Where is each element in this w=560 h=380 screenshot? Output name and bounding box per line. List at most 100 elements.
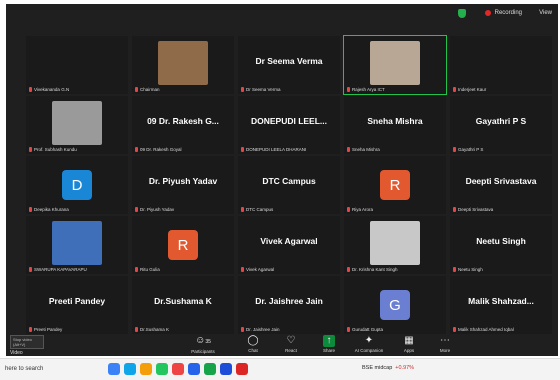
- participant-caption: Sneha Mishra: [352, 147, 380, 152]
- muted-mic-icon: [347, 147, 350, 152]
- apps-icon: ▦: [404, 335, 414, 346]
- participant-tile[interactable]: Inderjeet Kaur: [450, 36, 552, 94]
- participant-name-label: Deepti Srivastava: [453, 207, 493, 212]
- participant-name-label: SWARUPA KAPAVARAPU: [29, 267, 87, 272]
- participant-tile[interactable]: Dr. Jaishree Jain Dr. Jaishree Jain: [238, 276, 340, 334]
- participant-name-label: Dr. Jaishree Jain: [241, 327, 280, 332]
- participant-tile[interactable]: Gayathri P S Gayathri P S: [450, 96, 552, 154]
- participant-display-name: Neetu Singh: [476, 236, 526, 246]
- ai-companion-button[interactable]: ✦ AI Companion: [352, 335, 386, 353]
- participant-display-name: Malik Shahzad...: [468, 296, 534, 306]
- participant-name-label: Riya Arora: [347, 207, 373, 212]
- participant-tile[interactable]: Dr.Sushama K Dr.Sushama K: [132, 276, 234, 334]
- participant-tile[interactable]: R Riya Arora: [344, 156, 446, 214]
- muted-mic-icon: [453, 87, 456, 92]
- participant-caption: Deepti Srivastava: [458, 207, 494, 212]
- participant-tile[interactable]: Deepti Srivastava Deepti Srivastava: [450, 156, 552, 214]
- video-control[interactable]: Stop video (Alt+V) Video: [10, 335, 44, 356]
- muted-mic-icon: [241, 267, 244, 272]
- app-icon[interactable]: [188, 363, 200, 375]
- chat-label: Chat: [248, 348, 258, 353]
- participant-tile[interactable]: Dr Seema Verma Dr Seema Verma: [238, 36, 340, 94]
- app-icon[interactable]: [172, 363, 184, 375]
- participant-tile[interactable]: Rajesh Arya ICT: [343, 35, 447, 95]
- participant-name-label: Dr. Piyush Yadav: [135, 207, 174, 212]
- participant-caption: DONEPUDI LEELA DHARANI: [246, 147, 307, 152]
- participant-tile[interactable]: G Gurudatt Gupta: [344, 276, 446, 334]
- muted-mic-icon: [135, 207, 138, 212]
- participant-caption: Vivekananda G.N: [34, 87, 70, 92]
- participant-caption: Dr Seema Verma: [246, 87, 281, 92]
- taskbar-search[interactable]: here to search: [2, 363, 66, 377]
- participant-tile[interactable]: DTC Campus DTC Campus: [238, 156, 340, 214]
- participant-tile[interactable]: Chairman: [132, 36, 234, 94]
- participant-tile[interactable]: 09 Dr. Rakesh G... 09 Dr. Rakesh Goyal: [132, 96, 234, 154]
- participant-caption: 09 Dr. Rakesh Goyal: [140, 147, 182, 152]
- participant-avatar: R: [168, 230, 198, 260]
- muted-mic-icon: [135, 87, 138, 92]
- app-icon[interactable]: [124, 363, 136, 375]
- participant-tile[interactable]: Vivek Agarwal Vivek Agarwal: [238, 216, 340, 274]
- muted-mic-icon: [29, 207, 32, 212]
- participant-name-label: Ritu Gulia: [135, 267, 160, 272]
- participant-tile[interactable]: R Ritu Gulia: [132, 216, 234, 274]
- view-button[interactable]: View: [539, 10, 552, 16]
- chat-icon: ◯: [247, 335, 259, 346]
- participant-caption: Inderjeet Kaur: [458, 87, 487, 92]
- participant-tile[interactable]: Dr. Krishna Kant Singh: [344, 216, 446, 274]
- participant-caption: Malik Shahzad Ahmed Iqbal: [458, 327, 514, 332]
- muted-mic-icon: [241, 327, 244, 332]
- participant-tile[interactable]: D Deepika Khurana: [26, 156, 128, 214]
- share-button[interactable]: ↑ Share: [312, 335, 346, 353]
- participant-tile[interactable]: Malik Shahzad... Malik Shahzad Ahmed Iqba…: [450, 276, 552, 334]
- video-label: Video: [10, 350, 23, 356]
- muted-mic-icon: [241, 207, 244, 212]
- participant-video: [370, 221, 420, 265]
- participant-tile[interactable]: Prof. Subhash Kundu: [26, 96, 128, 154]
- participant-name-label: Chairman: [135, 87, 160, 92]
- app-icon[interactable]: [108, 363, 120, 375]
- app-icon[interactable]: [156, 363, 168, 375]
- apps-button[interactable]: ▦ Apps: [392, 335, 426, 353]
- participant-name-label: Neetu Singh: [453, 267, 483, 272]
- participant-name-label: Malik Shahzad Ahmed Iqbal: [453, 327, 514, 332]
- participant-tile[interactable]: Neetu Singh Neetu Singh: [450, 216, 552, 274]
- participant-tile[interactable]: Preeti Pandey Preeti Pandey: [26, 276, 128, 334]
- participant-video: [370, 41, 420, 85]
- participant-caption: Prof. Subhash Kundu: [34, 147, 77, 152]
- app-icon[interactable]: [220, 363, 232, 375]
- app-icon[interactable]: [204, 363, 216, 375]
- react-button[interactable]: ♡ React: [274, 335, 308, 353]
- participant-name-label: Gayathri P S: [453, 147, 483, 152]
- participant-name-label: Prof. Subhash Kundu: [29, 147, 77, 152]
- participant-caption: Rajesh Arya ICT: [352, 87, 385, 92]
- muted-mic-icon: [29, 327, 32, 332]
- participant-caption: Dr. Piyush Yadav: [140, 207, 175, 212]
- participant-tile[interactable]: Vivekananda G.N: [26, 36, 128, 94]
- participant-display-name: Sneha Mishra: [367, 116, 423, 126]
- participant-display-name: Deepti Srivastava: [465, 176, 537, 186]
- muted-mic-icon: [135, 267, 138, 272]
- stock-change: +0.97%: [395, 365, 415, 371]
- more-button[interactable]: ⋯ More: [428, 335, 462, 353]
- share-icon: ↑: [323, 335, 335, 347]
- stock-name: BSE midcap: [362, 365, 393, 371]
- participant-name-label: Vivek Agarwal: [241, 267, 274, 272]
- participant-tile[interactable]: Dr. Piyush Yadav Dr. Piyush Yadav: [132, 156, 234, 214]
- participant-caption: Ritu Gulia: [140, 267, 160, 272]
- participant-caption: Gayathri P S: [458, 147, 484, 152]
- participant-display-name: Dr.Sushama K: [154, 296, 212, 306]
- muted-mic-icon: [453, 147, 456, 152]
- recording-indicator[interactable]: Recording: [484, 10, 522, 16]
- participant-tile[interactable]: SWARUPA KAPAVARAPU: [26, 216, 128, 274]
- apps-label: Apps: [403, 348, 415, 353]
- stop-video-tooltip: Stop video (Alt+V): [10, 335, 44, 349]
- participant-tile[interactable]: DONEPUDI LEEL... DONEPUDI LEELA DHARANI: [238, 96, 340, 154]
- chat-button[interactable]: ◯ Chat: [236, 335, 270, 353]
- security-shield-icon[interactable]: [458, 9, 466, 18]
- participant-tile[interactable]: Sneha Mishra Sneha Mishra: [344, 96, 446, 154]
- participants-button[interactable]: ☺35 Participants: [186, 335, 220, 354]
- app-icon[interactable]: [236, 363, 248, 375]
- participant-name-label: Deepika Khurana: [29, 207, 69, 212]
- app-icon[interactable]: [140, 363, 152, 375]
